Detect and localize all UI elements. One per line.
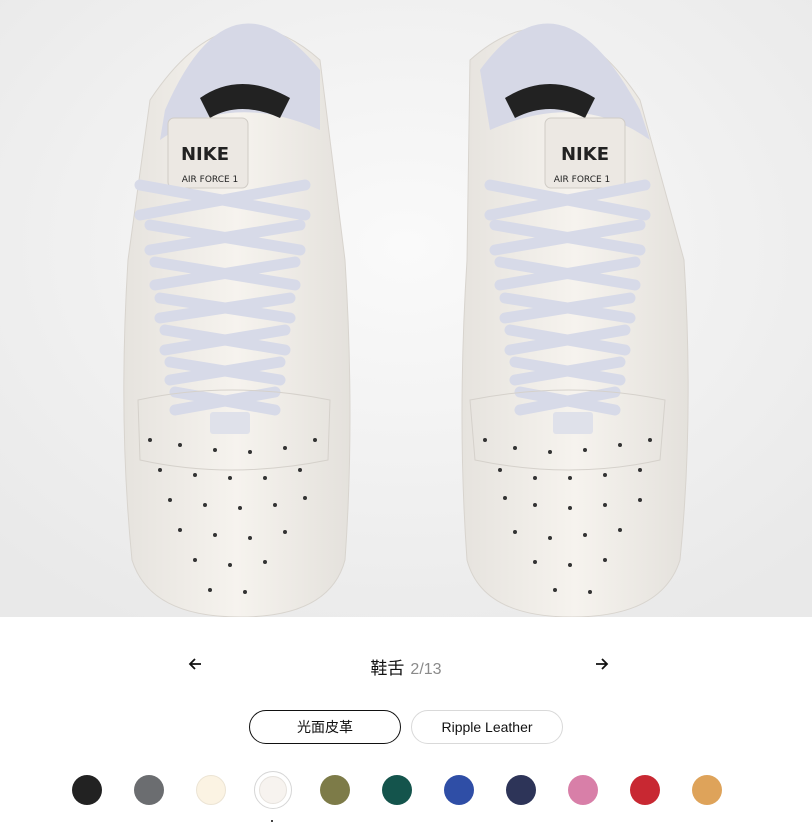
svg-text:AIR FORCE 1: AIR FORCE 1 (182, 175, 239, 185)
material-ripple-leather-button[interactable]: Ripple Leather (411, 710, 563, 744)
color-swatches (72, 771, 772, 809)
svg-text:NIKE: NIKE (181, 144, 229, 165)
arrow-right-icon[interactable] (591, 653, 613, 675)
color-swatch[interactable] (72, 775, 102, 805)
color-swatch[interactable] (444, 775, 474, 805)
part-navigator: 鞋舌 2/13 (0, 645, 812, 681)
color-swatch[interactable] (630, 775, 660, 805)
material-glossy-leather-button[interactable]: 光面皮革 (249, 710, 401, 744)
color-swatch[interactable] (320, 775, 350, 805)
part-label: 鞋舌 2/13 (0, 654, 812, 679)
color-swatch[interactable] (134, 775, 164, 805)
left-shoe: NIKE AIR FORCE 1 (123, 23, 351, 617)
color-swatch[interactable] (692, 775, 722, 805)
svg-text:AIR FORCE 1: AIR FORCE 1 (554, 175, 611, 185)
part-name: 鞋舌 (370, 659, 405, 678)
color-swatch[interactable] (254, 771, 292, 809)
color-swatch[interactable] (382, 775, 412, 805)
material-options: 光面皮革 Ripple Leather (0, 710, 812, 744)
svg-text:NIKE: NIKE (561, 144, 609, 165)
color-swatch[interactable] (196, 775, 226, 805)
color-swatch[interactable] (506, 775, 536, 805)
color-swatch-fill (259, 776, 287, 804)
sneaker-render: NIKE AIR FORCE 1 NIKE AIR FORCE 1 (0, 0, 812, 617)
selection-tick (271, 820, 273, 822)
part-position: 2/13 (410, 661, 442, 678)
color-swatch[interactable] (568, 775, 598, 805)
product-viewer[interactable]: NIKE AIR FORCE 1 NIKE AIR FORCE 1 (0, 0, 812, 617)
